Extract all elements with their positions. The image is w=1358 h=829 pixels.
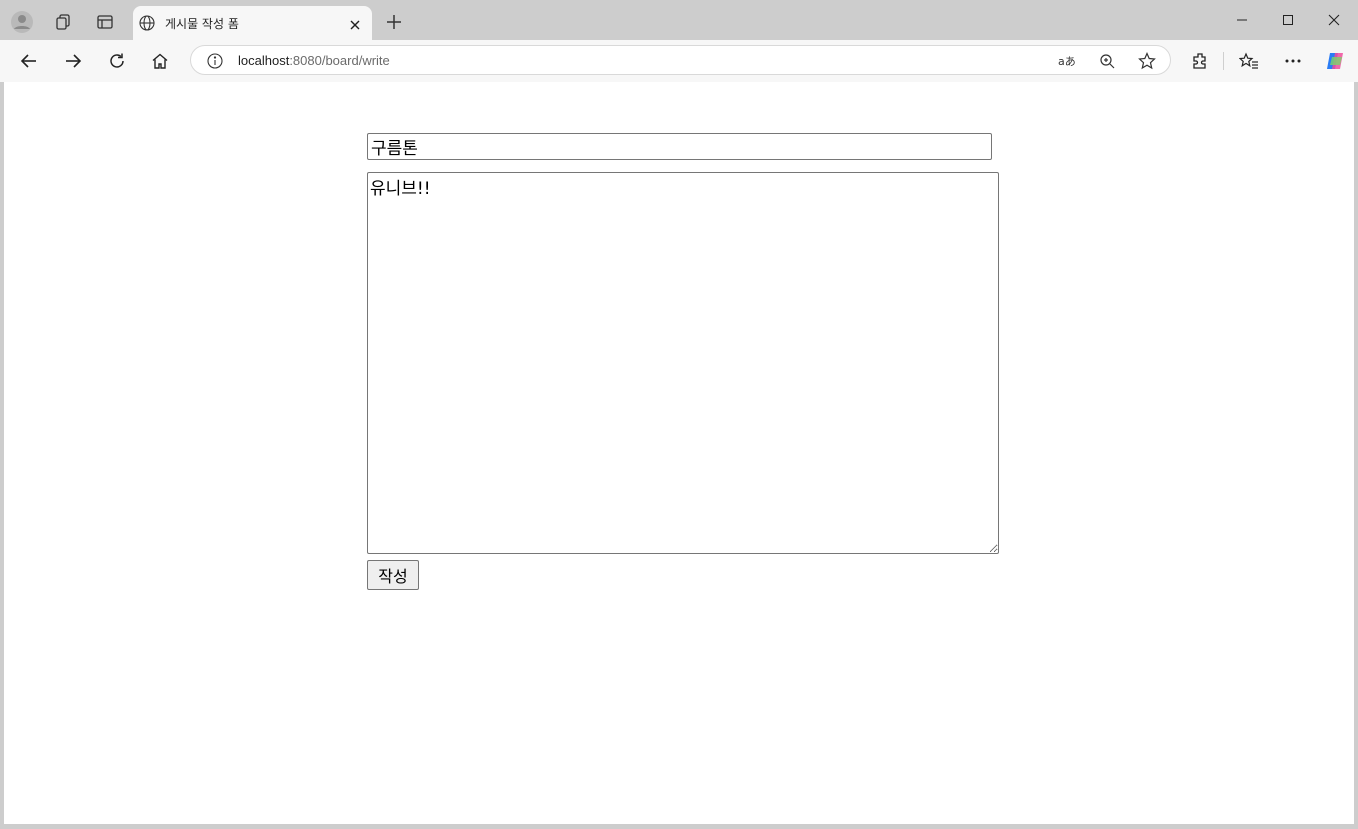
submit-button[interactable]: 작성 — [367, 560, 419, 590]
svg-text:aあ: aあ — [1058, 55, 1076, 68]
refresh-icon[interactable] — [100, 44, 134, 78]
forward-arrow-icon[interactable] — [56, 44, 90, 78]
tab-active[interactable]: 게시물 작성 폼 — [133, 6, 372, 40]
vertical-tabs-icon[interactable] — [89, 6, 121, 38]
favorites-icon[interactable] — [1232, 44, 1266, 78]
back-arrow-icon[interactable] — [12, 44, 46, 78]
page-viewport: 유니브!! 작성 — [4, 82, 1354, 824]
workspaces-icon[interactable] — [47, 6, 79, 38]
close-window-icon[interactable] — [1311, 8, 1357, 32]
more-menu-icon[interactable] — [1276, 44, 1310, 78]
favorite-star-icon[interactable] — [1136, 50, 1158, 72]
minimize-icon[interactable] — [1219, 8, 1265, 32]
profile-avatar-icon[interactable] — [6, 6, 38, 38]
close-tab-icon[interactable] — [349, 16, 361, 35]
toolbar-separator — [1223, 52, 1224, 70]
tab-title: 게시물 작성 폼 — [165, 17, 239, 31]
url-host: localhost — [238, 53, 290, 68]
copilot-icon[interactable] — [1318, 44, 1352, 78]
extensions-icon[interactable] — [1183, 44, 1217, 78]
globe-icon — [139, 15, 155, 35]
address-bar[interactable]: localhost:8080/board/write aあ — [190, 45, 1171, 75]
site-info-icon[interactable] — [207, 53, 223, 73]
home-icon[interactable] — [143, 44, 177, 78]
zoom-icon[interactable] — [1096, 50, 1118, 72]
new-tab-icon[interactable] — [378, 6, 410, 38]
read-aloud-translate-icon[interactable]: aあ — [1056, 50, 1078, 72]
url-path: :8080/board/write — [289, 53, 390, 68]
url-text: localhost:8080/board/write — [238, 53, 390, 68]
browser-titlebar: 게시물 작성 폼 — [0, 0, 1358, 40]
maximize-icon[interactable] — [1265, 8, 1311, 32]
title-input[interactable] — [367, 133, 992, 160]
browser-toolbar: localhost:8080/board/write aあ — [0, 40, 1358, 82]
content-textarea[interactable]: 유니브!! — [367, 172, 999, 554]
